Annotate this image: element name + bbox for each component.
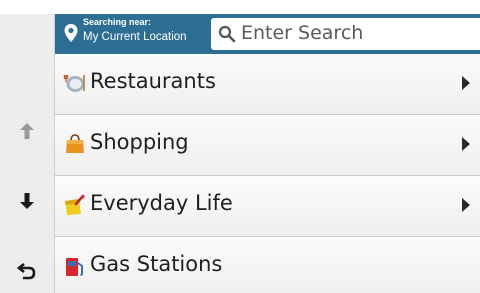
chevron-right-icon bbox=[462, 198, 470, 212]
category-item-gas-stations[interactable]: Gas Stations bbox=[55, 237, 480, 293]
search-icon bbox=[218, 25, 236, 43]
left-rail bbox=[0, 14, 55, 293]
scroll-up-button[interactable] bbox=[0, 106, 54, 156]
category-item-shopping[interactable]: Shopping bbox=[55, 115, 480, 176]
searching-near-value: My Current Location bbox=[83, 31, 187, 43]
category-list: Restaurants Shopping Everyday Life Gas S… bbox=[55, 54, 480, 293]
category-label: Restaurants bbox=[90, 69, 216, 93]
search-near-selector[interactable]: Searching near: My Current Location bbox=[55, 14, 211, 54]
search-header: Searching near: My Current Location Ente… bbox=[55, 14, 480, 54]
screen: Searching near: My Current Location Ente… bbox=[0, 0, 480, 293]
location-pin-icon bbox=[64, 24, 78, 42]
category-item-everyday-life[interactable]: Everyday Life bbox=[55, 176, 480, 237]
top-strip-header bbox=[55, 0, 480, 14]
arrow-up-icon bbox=[18, 121, 36, 141]
back-button[interactable] bbox=[0, 246, 54, 293]
chevron-right-icon bbox=[462, 137, 470, 151]
category-label: Gas Stations bbox=[90, 252, 223, 276]
search-placeholder: Enter Search bbox=[241, 22, 364, 44]
back-icon bbox=[17, 261, 37, 281]
search-input[interactable]: Enter Search bbox=[211, 18, 480, 50]
searching-near-label: Searching near: bbox=[83, 17, 152, 27]
everyday-life-icon bbox=[65, 194, 85, 215]
chevron-right-icon bbox=[462, 76, 470, 90]
shopping-bag-icon bbox=[66, 134, 84, 153]
category-item-restaurants[interactable]: Restaurants bbox=[55, 54, 480, 115]
category-label: Shopping bbox=[90, 130, 189, 154]
gas-pump-icon bbox=[66, 258, 83, 276]
arrow-down-icon bbox=[18, 191, 36, 211]
scroll-down-button[interactable] bbox=[0, 176, 54, 226]
category-label: Everyday Life bbox=[90, 191, 233, 215]
restaurant-plate-icon bbox=[63, 75, 85, 92]
